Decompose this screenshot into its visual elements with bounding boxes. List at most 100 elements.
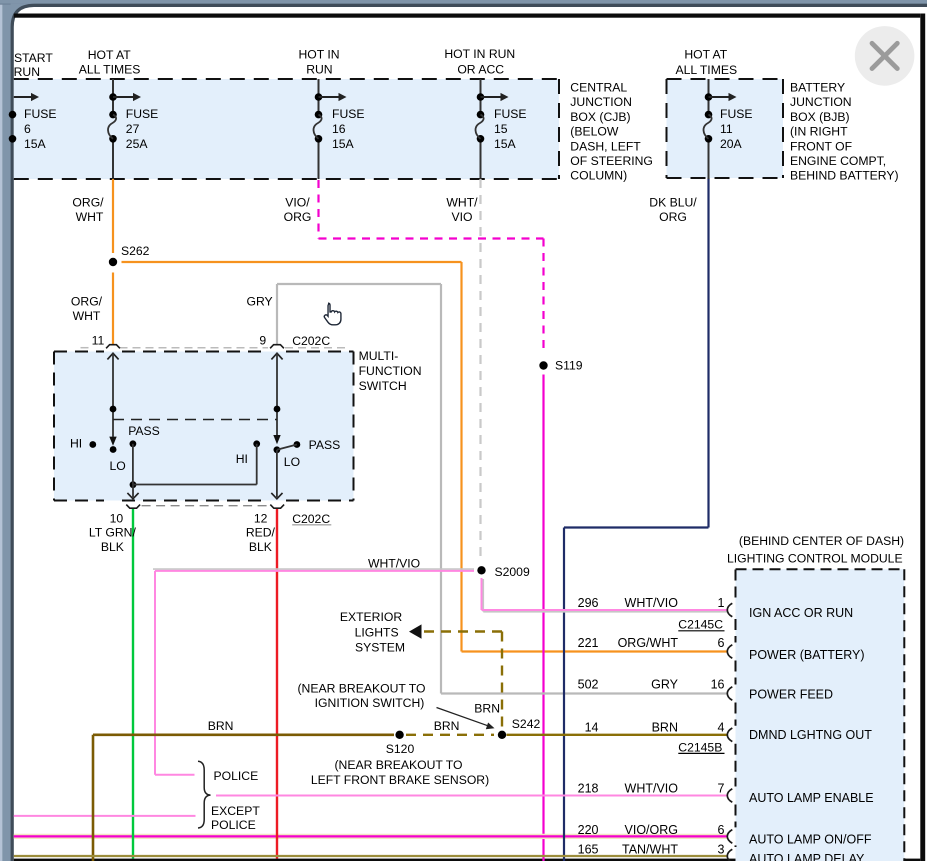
svg-text:6: 6 <box>24 122 31 136</box>
svg-text:SYSTEM: SYSTEM <box>355 641 405 655</box>
svg-text:16: 16 <box>332 122 346 136</box>
svg-text:DK BLU/: DK BLU/ <box>649 196 697 210</box>
svg-text:15: 15 <box>494 122 508 136</box>
svg-text:BRN: BRN <box>474 702 500 716</box>
svg-text:BLK: BLK <box>101 540 124 554</box>
svg-text:JUNCTION: JUNCTION <box>570 95 632 109</box>
svg-text:S119: S119 <box>555 358 583 372</box>
svg-text:ORG/: ORG/ <box>72 196 104 210</box>
svg-text:11: 11 <box>720 122 733 136</box>
svg-text:WHT/VIO: WHT/VIO <box>625 596 679 610</box>
svg-text:RUN: RUN <box>306 63 332 77</box>
svg-text:9: 9 <box>259 333 266 347</box>
svg-text:12: 12 <box>254 511 268 525</box>
svg-text:S120: S120 <box>386 742 415 756</box>
svg-text:15A: 15A <box>24 137 47 151</box>
svg-text:S262: S262 <box>121 244 150 258</box>
svg-text:BRN: BRN <box>652 720 678 734</box>
svg-text:FUSE: FUSE <box>332 107 365 121</box>
svg-text:ORG: ORG <box>284 210 312 224</box>
svg-text:AUTO LAMP ON/OFF: AUTO LAMP ON/OFF <box>749 832 872 846</box>
svg-text:15A: 15A <box>494 137 517 151</box>
svg-text:C2145C: C2145C <box>678 618 723 632</box>
svg-text:LT GRN/: LT GRN/ <box>89 526 137 540</box>
svg-text:OF STEERING: OF STEERING <box>570 154 653 168</box>
svg-text:VIO: VIO <box>452 210 473 224</box>
svg-text:ORG: ORG <box>659 210 687 224</box>
svg-text:165: 165 <box>578 842 599 856</box>
svg-text:FUSE: FUSE <box>720 107 753 121</box>
svg-text:ENGINE COMPT,: ENGINE COMPT, <box>790 154 886 168</box>
svg-text:20A: 20A <box>720 137 743 151</box>
svg-text:(BELOW: (BELOW <box>570 125 619 139</box>
svg-text:10: 10 <box>110 512 124 526</box>
svg-text:START: START <box>14 51 53 65</box>
svg-text:27: 27 <box>126 122 140 136</box>
svg-text:218: 218 <box>578 781 599 795</box>
svg-text:220: 220 <box>578 823 599 837</box>
svg-text:LEFT FRONT BRAKE SENSOR): LEFT FRONT BRAKE SENSOR) <box>311 773 489 787</box>
svg-text:IGNITION SWITCH): IGNITION SWITCH) <box>315 696 425 710</box>
svg-text:296: 296 <box>578 596 599 610</box>
svg-text:ORG/: ORG/ <box>71 295 103 309</box>
svg-text:IGN ACC OR RUN: IGN ACC OR RUN <box>749 606 853 620</box>
svg-text:ORG/WHT: ORG/WHT <box>618 636 679 650</box>
svg-text:COLUMN): COLUMN) <box>570 169 627 183</box>
svg-text:SWITCH: SWITCH <box>359 379 407 393</box>
svg-text:11: 11 <box>92 333 105 347</box>
svg-text:S2009: S2009 <box>495 565 530 579</box>
svg-text:HI: HI <box>70 437 82 451</box>
svg-text:FRONT OF: FRONT OF <box>790 139 852 153</box>
svg-text:ALL TIMES: ALL TIMES <box>79 62 141 76</box>
svg-text:4: 4 <box>718 720 725 734</box>
svg-text:EXCEPT: EXCEPT <box>211 804 260 818</box>
svg-text:(NEAR BREAKOUT TO: (NEAR BREAKOUT TO <box>298 681 426 695</box>
svg-text:HOT AT: HOT AT <box>684 47 727 61</box>
svg-text:LIGHTS: LIGHTS <box>355 625 399 639</box>
svg-text:LIGHTING CONTROL MODULE: LIGHTING CONTROL MODULE <box>727 551 903 565</box>
svg-text:WHT: WHT <box>73 309 101 323</box>
svg-text:S242: S242 <box>512 717 541 731</box>
svg-text:6: 6 <box>718 823 725 837</box>
svg-text:25A: 25A <box>126 137 149 151</box>
svg-text:HOT AT: HOT AT <box>88 48 131 62</box>
svg-text:EXTERIOR: EXTERIOR <box>340 610 402 624</box>
svg-text:1: 1 <box>718 596 725 610</box>
svg-text:3: 3 <box>718 842 725 856</box>
svg-text:14: 14 <box>585 720 599 734</box>
svg-text:AUTO LAMP DELAY: AUTO LAMP DELAY <box>749 852 865 861</box>
svg-text:PASS: PASS <box>128 424 160 438</box>
svg-text:BATTERY: BATTERY <box>790 81 845 95</box>
svg-text:6: 6 <box>718 636 725 650</box>
svg-text:15A: 15A <box>332 137 355 151</box>
svg-text:FUSE: FUSE <box>126 107 159 121</box>
svg-text:HOT IN: HOT IN <box>298 48 339 62</box>
svg-text:POWER (BATTERY): POWER (BATTERY) <box>749 648 865 662</box>
svg-text:BEHIND BATTERY): BEHIND BATTERY) <box>790 169 899 183</box>
svg-text:VIO/ORG: VIO/ORG <box>625 823 678 837</box>
svg-text:POWER FEED: POWER FEED <box>749 688 833 702</box>
svg-text:ALL TIMES: ALL TIMES <box>675 63 737 77</box>
svg-text:DMND LGHTNG OUT: DMND LGHTNG OUT <box>749 728 872 742</box>
svg-text:GRY: GRY <box>651 678 679 692</box>
svg-text:LO: LO <box>110 459 126 473</box>
svg-text:BRN: BRN <box>434 719 460 733</box>
svg-text:16: 16 <box>711 678 725 692</box>
svg-text:JUNCTION: JUNCTION <box>790 95 852 109</box>
svg-text:C202C: C202C <box>292 512 330 526</box>
svg-text:CENTRAL: CENTRAL <box>570 81 627 95</box>
svg-text:TAN/WHT: TAN/WHT <box>622 842 678 856</box>
svg-text:OR ACC: OR ACC <box>457 62 504 76</box>
svg-text:BRN: BRN <box>208 719 234 733</box>
svg-text:RED/: RED/ <box>246 526 276 540</box>
svg-text:AUTO LAMP ENABLE: AUTO LAMP ENABLE <box>749 791 874 805</box>
svg-text:C202C: C202C <box>292 334 330 348</box>
svg-text:C2145B: C2145B <box>678 740 722 754</box>
svg-text:LO: LO <box>284 455 300 469</box>
svg-text:BLK: BLK <box>249 540 272 554</box>
svg-text:221: 221 <box>578 636 599 650</box>
svg-text:DASH, LEFT: DASH, LEFT <box>570 139 641 153</box>
svg-text:HI: HI <box>236 452 248 466</box>
svg-text:(BEHIND CENTER OF DASH): (BEHIND CENTER OF DASH) <box>739 534 904 548</box>
svg-text:502: 502 <box>578 678 599 692</box>
